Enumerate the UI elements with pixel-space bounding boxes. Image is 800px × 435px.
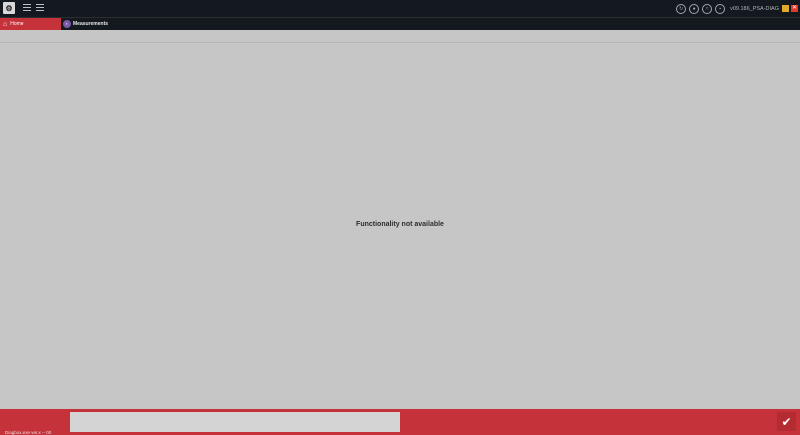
bottom-input-field[interactable] — [70, 412, 400, 432]
tab-home-label: Home — [10, 21, 24, 27]
app-logo-icon[interactable]: ⚙ — [3, 2, 15, 14]
tab-measurements[interactable]: ◐ Measurements — [63, 18, 108, 30]
version-label: v09.186_PSA-DIAG — [730, 5, 779, 12]
bottom-bar: Diagbox.exe ver.x -- 00 ✔ — [0, 409, 800, 435]
refresh-icon[interactable]: ↻ — [676, 3, 687, 14]
user-icon[interactable]: ● — [689, 3, 700, 14]
home-icon: ⌂ — [3, 20, 8, 28]
close-icon[interactable]: ✕ — [791, 5, 798, 12]
measurements-icon: ◐ — [63, 20, 71, 28]
wifi-icon[interactable]: ≈ — [702, 3, 713, 14]
list-icon[interactable] — [36, 4, 44, 12]
lock-icon[interactable]: ▪ — [715, 3, 726, 14]
menu-icon[interactable] — [23, 4, 31, 12]
title-bar-tools: ↻ ● ≈ ▪ v09.186_PSA-DIAG ✕ — [676, 0, 800, 17]
confirm-button[interactable]: ✔ — [777, 412, 796, 431]
tab-bar: ⌂ Home ◐ Measurements — [0, 18, 800, 30]
status-message: Functionality not available — [356, 221, 444, 228]
title-bar: ⚙ ↻ ● ≈ ▪ v09.186_PSA-DIAG ✕ — [0, 0, 800, 18]
tab-measurements-label: Measurements — [73, 21, 109, 27]
tab-home[interactable]: ⌂ Home — [0, 18, 61, 30]
status-text: Diagbox.exe ver.x -- 00 — [5, 430, 52, 435]
app-window: ⚙ ↻ ● ≈ ▪ v09.186_PSA-DIAG ✕ ⌂ Home ◐ Me… — [0, 0, 800, 435]
main-content: Functionality not available — [0, 43, 800, 409]
minimize-icon[interactable] — [782, 5, 789, 12]
checkmark-icon: ✔ — [781, 414, 792, 429]
